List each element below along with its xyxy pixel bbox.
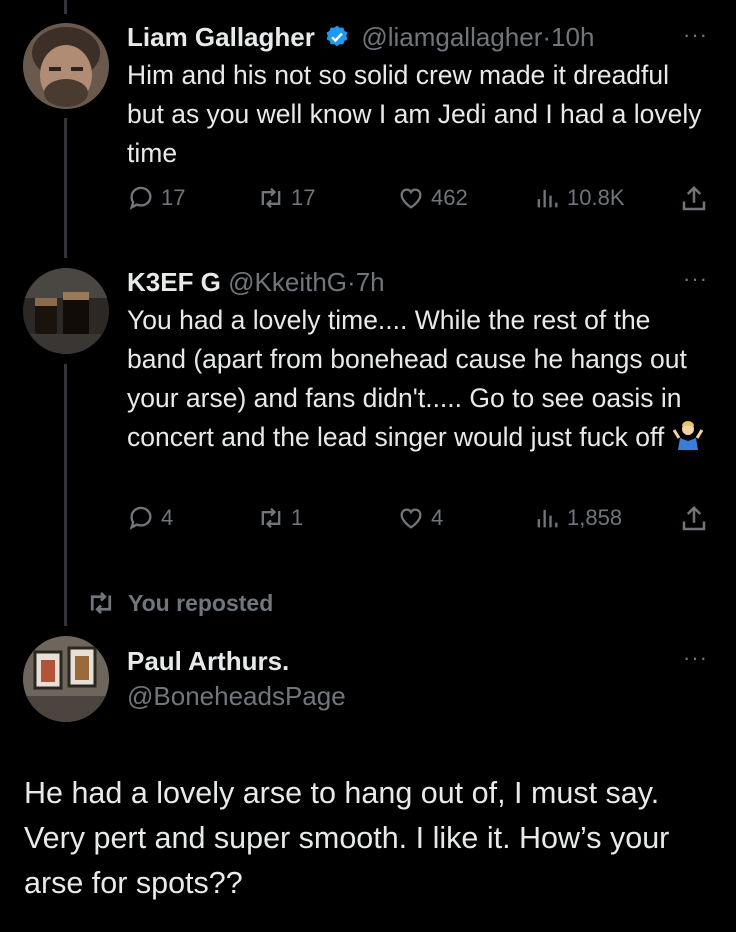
tweet-2-reply-button[interactable]: 4 (127, 504, 173, 532)
avatar-liam[interactable] (23, 23, 109, 109)
tweet-1-views-button[interactable]: 10.8K (533, 184, 625, 212)
tweet-1-handle[interactable]: @liamgallagher (361, 22, 542, 52)
repost-icon (90, 592, 112, 614)
views-icon (537, 509, 558, 528)
shrug-emoji (672, 420, 704, 463)
repost-icon (261, 507, 281, 529)
tweet-3-more-button[interactable]: ··· (683, 645, 708, 671)
like-icon (400, 508, 422, 529)
tweet-3-text: He had a lovely arse to hang out of, I m… (24, 776, 670, 900)
tweet-2-time[interactable]: 7h (356, 267, 385, 297)
tweet-2-more-button[interactable]: ··· (683, 266, 708, 292)
tweet-2-like-count: 4 (431, 505, 444, 530)
tweet-1-like-count: 462 (431, 185, 468, 210)
tweet-1-reply-count: 17 (161, 185, 186, 210)
tweet-2-text: You had a lovely time.... While the rest… (127, 305, 687, 452)
tweet-3-handle-row: @BoneheadsPage (127, 680, 346, 712)
views-icon (537, 189, 558, 208)
share-icon (682, 505, 706, 531)
tweet-1-header: Liam Gallagher @liamgallagher·10h (127, 21, 594, 57)
tweet-1-time[interactable]: 10h (551, 22, 594, 52)
tweet-1-views-count: 10.8K (567, 185, 625, 210)
tweet-2-header: K3EF G @KkeithG·7h (127, 266, 385, 298)
repost-note[interactable]: You reposted (86, 588, 273, 618)
tweet-3-name[interactable]: Paul Arthurs. (127, 646, 289, 676)
tweet-2-actions: 4 1 4 1,858 (127, 504, 711, 538)
verified-badge-icon (324, 24, 350, 57)
tweet-2-share-button[interactable] (679, 504, 715, 534)
tweet-1-repost-button[interactable]: 17 (257, 184, 315, 212)
reply-icon (129, 186, 152, 210)
tweet-2-views-button[interactable]: 1,858 (533, 504, 622, 532)
tweet-1-more-button[interactable]: ··· (683, 22, 708, 48)
tweet-3-handle[interactable]: @BoneheadsPage (127, 681, 346, 711)
tweet-2-repost-count: 1 (291, 505, 304, 530)
tweet-1-share-button[interactable] (679, 184, 715, 214)
tweet-1-reply-button[interactable]: 17 (127, 184, 185, 212)
tweet-1-like-button[interactable]: 462 (397, 184, 468, 212)
tweet-2-reply-count: 4 (161, 505, 174, 530)
share-icon (682, 185, 706, 211)
thread-line-top (64, 0, 67, 14)
tweet-2-name[interactable]: K3EF G (127, 267, 221, 297)
tweet-2-repost-button[interactable]: 1 (257, 504, 303, 532)
tweet-2-like-button[interactable]: 4 (397, 504, 443, 532)
tweet-2-handle[interactable]: @KkeithG (228, 267, 347, 297)
tweet-1-separator: · (542, 22, 552, 52)
thread-line-1 (64, 118, 67, 258)
tweet-2-text-wrapper: You had a lovely time.... While the rest… (127, 301, 707, 463)
avatar-paul[interactable] (23, 636, 109, 722)
tweet-3-name-row: Paul Arthurs. (127, 645, 289, 677)
tweet-2-views-count: 1,858 (567, 505, 623, 530)
repost-icon (261, 187, 281, 209)
thread-line-2 (64, 364, 67, 626)
avatar-k3ef[interactable] (23, 268, 109, 354)
tweet-1-text: Him and his not so solid crew made it dr… (127, 60, 702, 168)
tweet-2-separator: · (347, 267, 356, 297)
tweet-1-name[interactable]: Liam Gallagher (127, 22, 315, 52)
reply-icon (129, 506, 152, 530)
like-icon (400, 188, 422, 209)
tweet-1-repost-count: 17 (291, 185, 316, 210)
repost-note-label: You reposted (128, 589, 274, 616)
tweet-1-actions: 17 17 462 10.8K (127, 184, 711, 218)
